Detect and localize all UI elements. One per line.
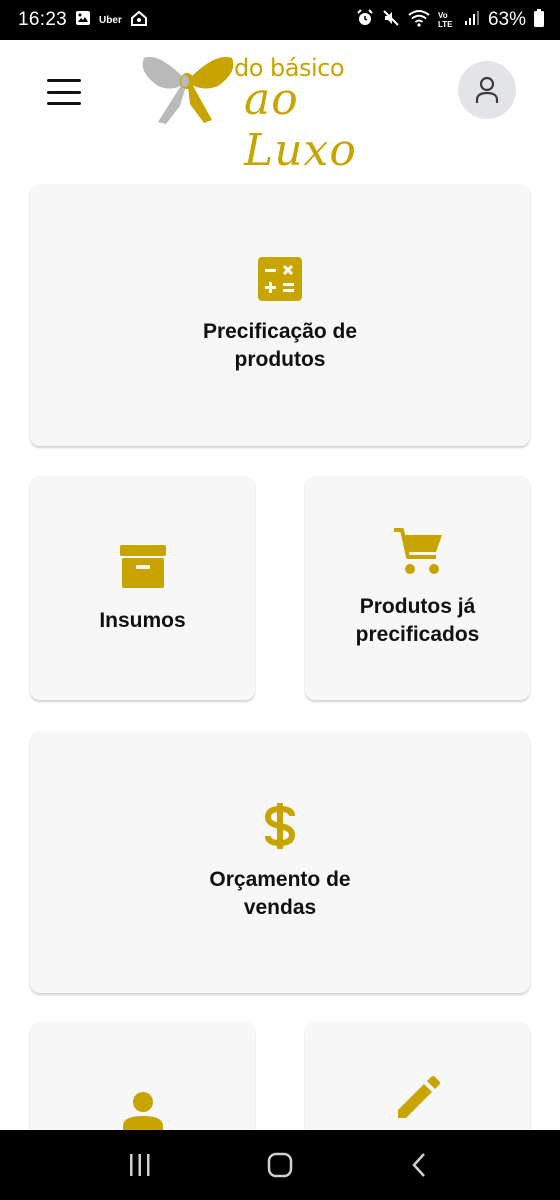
archive-box-icon	[119, 545, 166, 588]
logo-text-bottom: ao Luxo	[244, 74, 357, 176]
status-time: 16:23	[18, 9, 68, 30]
home-button[interactable]	[250, 1140, 310, 1190]
dollar-icon	[264, 803, 296, 849]
system-nav-bar	[0, 1130, 560, 1200]
battery-percent: 63%	[487, 9, 526, 30]
priced-products-card[interactable]: Produtos já precificados	[305, 476, 530, 700]
app-logo: do básico ao Luxo	[138, 50, 418, 176]
back-button[interactable]	[390, 1140, 450, 1190]
status-left: 16:23 Uber	[18, 9, 148, 31]
network-type-label: Vo LTE	[437, 11, 453, 29]
shopping-cart-icon	[393, 528, 442, 574]
recent-apps-icon	[130, 1154, 150, 1176]
pencil-icon	[397, 1076, 440, 1118]
mute-icon	[382, 9, 400, 32]
calculator-icon	[258, 257, 302, 301]
user-icon	[475, 76, 499, 103]
battery-icon	[534, 8, 544, 32]
supplies-card[interactable]: Insumos	[30, 476, 255, 700]
user-avatar-button[interactable]	[458, 61, 516, 119]
status-bar: 16:23 Uber Vo LTE 63%	[0, 0, 560, 40]
sales-budget-card-label: Orçamento de vendas	[209, 868, 351, 919]
uber-notification-label: Uber	[99, 14, 122, 26]
sales-budget-card[interactable]: Orçamento de vendas	[30, 731, 530, 993]
recent-apps-button[interactable]	[110, 1140, 170, 1190]
bow-icon	[142, 56, 234, 124]
home-update-icon	[130, 10, 148, 31]
back-icon	[412, 1153, 425, 1177]
supplies-card-label: Insumos	[99, 609, 186, 632]
home-icon	[267, 1152, 293, 1178]
menu-button[interactable]	[44, 76, 84, 108]
status-right: Vo LTE 63%	[356, 8, 544, 32]
pricing-card-label: Precificação de produtos	[202, 320, 358, 371]
menu-line	[47, 79, 81, 82]
menu-line	[47, 90, 81, 94]
app-header: do básico ao Luxo	[0, 40, 560, 176]
person-icon	[122, 1092, 163, 1132]
signal-icon	[464, 10, 480, 31]
wifi-icon	[408, 9, 430, 32]
priced-products-card-label: Produtos já precificados	[355, 595, 480, 646]
alarm-icon	[356, 8, 374, 32]
menu-line	[47, 102, 81, 105]
pricing-card[interactable]: Precificação de produtos	[30, 184, 530, 446]
gallery-icon	[75, 10, 91, 31]
